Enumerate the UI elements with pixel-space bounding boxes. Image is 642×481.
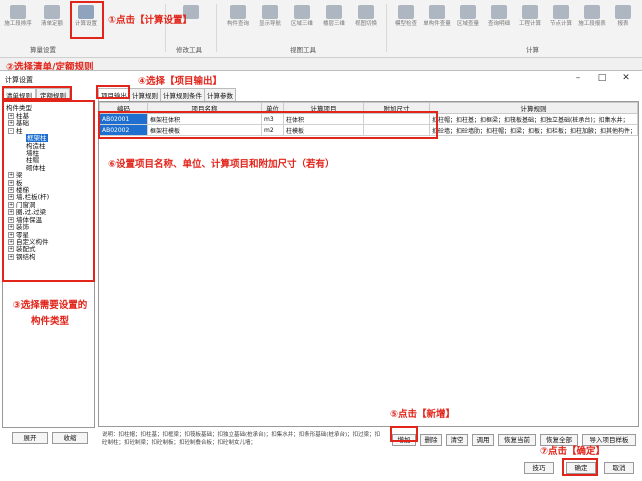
ribbon-button-view-switch[interactable]: 视图切换 <box>350 3 382 39</box>
cancel-button[interactable]: 取消 <box>604 462 634 474</box>
minimize-icon[interactable]: – <box>568 71 588 85</box>
highlight-rule-tabs <box>2 86 72 100</box>
annotation-step7: ⑦点击【确定】 <box>540 446 606 457</box>
ribbon-button-single-query[interactable]: 单构件查量 <box>421 3 453 39</box>
node-calc-icon <box>553 5 569 19</box>
ribbon-button-report[interactable]: 报表 <box>607 3 639 39</box>
dialog-title: 计算设置 <box>5 76 33 84</box>
ribbon-button-component-query[interactable]: 构件查询 <box>222 3 254 39</box>
ribbon-button-bill-quota[interactable]: 清单定额 <box>36 3 68 39</box>
close-icon[interactable]: ✕ <box>616 71 636 85</box>
region-3d-icon <box>294 5 310 19</box>
ribbon-button-node-calc[interactable]: 节点计算 <box>545 3 577 39</box>
segment-sort-icon <box>10 5 26 19</box>
highlight-add-button <box>390 426 418 442</box>
tab-calc-params[interactable]: 计算参数 <box>204 88 236 102</box>
annotation-step4: ④选择【项目输出】 <box>138 76 223 87</box>
ribbon-button-project-calc[interactable]: 工程计算 <box>514 3 546 39</box>
highlight-item-output-tab <box>96 85 130 99</box>
annotation-step1: ①点击【计算设置】 <box>108 15 193 26</box>
segment-report-icon <box>584 5 600 19</box>
col-rule: 计算规则 <box>429 102 638 114</box>
project-calc-icon <box>522 5 538 19</box>
group-label-edit-tools: 修改工具 <box>176 46 202 54</box>
query-detail-icon <box>491 5 507 19</box>
annotation-step3: ③选择需要设置的构件类型 <box>12 300 88 327</box>
annotation-step6: ⑥设置项目名称、单位、计算项目和附加尺寸（若有） <box>108 159 335 170</box>
highlight-ok-button <box>562 458 598 476</box>
highlight-table-rows <box>98 111 438 139</box>
item-output-table: 编码 项目名称 单位 计算项目 附加尺寸 计算规则 AB02001 框架柱体积 … <box>98 101 639 427</box>
ribbon-button-region-3d[interactable]: 区域三维 <box>286 3 318 39</box>
ribbon-button-segment-report[interactable]: 施工段报表 <box>576 3 608 39</box>
maximize-icon[interactable]: □ <box>592 71 612 85</box>
invoke-button[interactable]: 调用 <box>472 434 494 446</box>
restore-current-button[interactable]: 恢复当前 <box>498 434 536 446</box>
ribbon-button-floor-3d[interactable]: 楼层三维 <box>318 3 350 39</box>
view-switch-icon <box>358 5 374 19</box>
highlight-component-tree <box>2 100 95 282</box>
model-check-icon <box>398 5 414 19</box>
ribbon-button-region-query[interactable]: 区域查量 <box>452 3 484 39</box>
description-text: 说明：扣柱帽；扣柱基；扣框梁；扣筏板基础；扣独立基础(桩承台)；扣集水井；扣条形… <box>102 432 381 446</box>
ribbon-button-query-detail[interactable]: 查询明细 <box>483 3 515 39</box>
region-query-icon <box>460 5 476 19</box>
tips-button[interactable]: 技巧 <box>524 462 554 474</box>
group-label-calc: 计算 <box>526 46 539 54</box>
ribbon-button-model-check[interactable]: 模型检查 <box>390 3 422 39</box>
bill-quota-icon <box>44 5 60 19</box>
report-icon <box>615 5 631 19</box>
tab-calc-rules[interactable]: 计算规则 <box>129 88 161 102</box>
ribbon-button-segment-sort[interactable]: 施工段排序 <box>2 3 34 39</box>
single-query-icon <box>429 5 445 19</box>
annotation-step5: ⑤点击【新增】 <box>390 409 456 420</box>
highlight-calc-settings <box>70 1 104 39</box>
group-label-view-tools: 视图工具 <box>290 46 316 54</box>
collapse-button[interactable]: 收缩 <box>52 432 88 444</box>
expand-button[interactable]: 展开 <box>12 432 48 444</box>
floor-3d-icon <box>326 5 342 19</box>
show-nav-icon <box>262 5 278 19</box>
ribbon-button-show-nav[interactable]: 显示导航 <box>254 3 286 39</box>
component-query-icon <box>230 5 246 19</box>
group-label-calc-settings: 算量设置 <box>30 46 56 54</box>
cell-rule[interactable]: 扣柱帽；扣柱基；扣框梁；扣筏板基础；扣独立基础(桩承台)；扣集水井； <box>429 113 638 125</box>
delete-button[interactable]: 删除 <box>420 434 442 446</box>
cell-rule[interactable]: 扣砼墙；扣砼墙肋；扣柱帽；扣梁；扣板；扣栏板；扣柱加腋；扣其他构件； <box>429 124 638 136</box>
tab-calc-rule-conditions[interactable]: 计算规则条件 <box>160 88 205 102</box>
clear-button[interactable]: 清空 <box>446 434 468 446</box>
